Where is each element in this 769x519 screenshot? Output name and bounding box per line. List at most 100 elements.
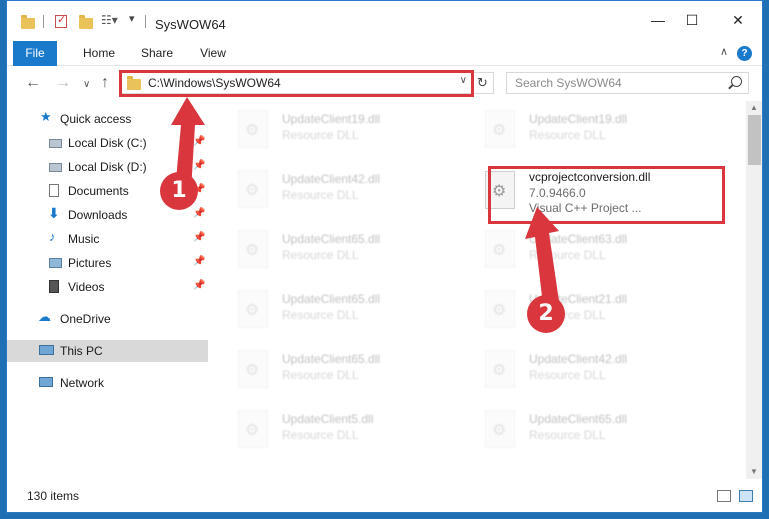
file-item[interactable]: UpdateClient19.dll Resource DLL bbox=[208, 104, 438, 154]
sidebar-item-onedrive[interactable]: ☁ OneDrive bbox=[7, 308, 208, 330]
separator bbox=[145, 15, 146, 28]
scroll-down-icon[interactable]: ▼ bbox=[750, 467, 758, 476]
help-icon[interactable]: ? bbox=[737, 46, 752, 61]
minimize-button[interactable]: — bbox=[643, 9, 673, 33]
file-name: UpdateClient5.dll bbox=[282, 412, 374, 426]
documents-icon bbox=[49, 184, 59, 197]
file-type: Resource DLL bbox=[529, 428, 606, 442]
tab-share[interactable]: Share bbox=[135, 41, 179, 66]
refresh-button[interactable]: ↻ bbox=[471, 73, 493, 93]
sidebar-item-music[interactable]: ♪ Music 📌 bbox=[7, 228, 208, 250]
file-type: Resource DLL bbox=[529, 128, 606, 142]
status-bar: 130 items bbox=[7, 481, 762, 512]
download-icon: ⬇ bbox=[48, 205, 60, 221]
back-button[interactable]: ← bbox=[25, 73, 41, 93]
sidebar-item-label: Local Disk (D:) bbox=[68, 160, 147, 174]
music-icon: ♪ bbox=[49, 229, 56, 244]
sidebar-item-pictures[interactable]: Pictures 📌 bbox=[7, 252, 208, 274]
file-name: UpdateClient19.dll bbox=[282, 112, 381, 126]
file-type: Resource DLL bbox=[282, 428, 359, 442]
file-item[interactable]: UpdateClient65.dll Resource DLL bbox=[208, 224, 438, 274]
file-type: Resource DLL bbox=[529, 368, 606, 382]
file-item[interactable]: UpdateClient65.dll Resource DLL bbox=[208, 284, 438, 334]
forward-button[interactable]: → bbox=[55, 73, 71, 93]
sidebar-item-this-pc[interactable]: This PC bbox=[7, 340, 208, 362]
file-name: UpdateClient65.dll bbox=[282, 352, 381, 366]
search-box[interactable]: Search SysWOW64 bbox=[506, 72, 749, 94]
dll-file-icon bbox=[238, 350, 268, 388]
file-name: UpdateClient42.dll bbox=[282, 172, 381, 186]
file-type: Resource DLL bbox=[282, 248, 359, 262]
details-view-icon[interactable] bbox=[717, 490, 731, 502]
search-icon[interactable] bbox=[731, 76, 742, 87]
explorer-window: ☷▾ ▾ SysWOW64 — ☐ ✕ File Home Share View… bbox=[6, 0, 763, 513]
large-icons-view-icon[interactable] bbox=[739, 490, 753, 502]
pin-icon[interactable]: 📌 bbox=[193, 232, 205, 243]
dll-file-icon bbox=[238, 230, 268, 268]
up-button[interactable]: ↑ bbox=[101, 73, 109, 93]
dll-file-icon bbox=[238, 410, 268, 448]
vertical-scrollbar[interactable]: ▲ ▼ bbox=[746, 101, 762, 479]
pictures-icon bbox=[49, 258, 62, 268]
star-icon: ★ bbox=[40, 109, 52, 124]
drive-icon bbox=[49, 163, 62, 172]
dll-file-icon bbox=[238, 170, 268, 208]
dll-file-icon bbox=[238, 110, 268, 148]
address-row: ← → ∨ ↑ C:\Windows\SysWOW64 ∨ ↻ Search S… bbox=[7, 67, 762, 101]
file-item[interactable]: UpdateClient42.dll Resource DLL bbox=[455, 344, 685, 394]
item-count: 130 items bbox=[27, 489, 80, 503]
search-input[interactable]: Search SysWOW64 bbox=[515, 76, 622, 90]
dll-file-icon bbox=[485, 230, 515, 268]
file-type: Resource DLL bbox=[282, 128, 359, 142]
file-item[interactable]: UpdateClient19.dll Resource DLL bbox=[455, 104, 685, 154]
file-type: Resource DLL bbox=[282, 308, 359, 322]
quick-access-dropdown-icon[interactable]: ▾ bbox=[129, 12, 135, 25]
tab-home[interactable]: Home bbox=[77, 41, 121, 66]
title-bar: ☷▾ ▾ SysWOW64 — ☐ ✕ bbox=[7, 1, 762, 41]
drive-icon bbox=[49, 139, 62, 148]
file-name: UpdateClient65.dll bbox=[529, 412, 628, 426]
sidebar-item-label: Network bbox=[60, 376, 105, 390]
window-title: SysWOW64 bbox=[155, 17, 226, 32]
sidebar-item-label: Pictures bbox=[68, 256, 112, 270]
dll-file-icon bbox=[485, 410, 515, 448]
file-type: Resource DLL bbox=[282, 188, 359, 202]
file-item[interactable]: UpdateClient42.dll Resource DLL bbox=[208, 164, 438, 214]
file-item[interactable]: UpdateClient5.dll Resource DLL bbox=[208, 404, 438, 454]
sidebar-item-network[interactable]: Network bbox=[7, 372, 208, 394]
file-item[interactable]: UpdateClient65.dll Resource DLL bbox=[455, 404, 685, 454]
sidebar-item-label: Quick access bbox=[60, 112, 132, 126]
network-icon bbox=[39, 377, 53, 387]
computer-icon bbox=[39, 345, 54, 355]
scroll-thumb[interactable] bbox=[748, 115, 761, 165]
file-name: UpdateClient42.dll bbox=[529, 352, 628, 366]
scroll-up-icon[interactable]: ▲ bbox=[750, 103, 758, 112]
step-1-badge: 1 bbox=[160, 172, 198, 210]
dll-file-icon bbox=[238, 290, 268, 328]
ribbon-tabs: File Home Share View ∧ ? bbox=[7, 41, 762, 66]
close-button[interactable]: ✕ bbox=[723, 9, 753, 33]
pin-icon[interactable]: 📌 bbox=[193, 256, 205, 267]
sidebar-item-label: Music bbox=[68, 232, 100, 246]
sidebar-item-label: Documents bbox=[68, 184, 129, 198]
sidebar-item-videos[interactable]: Videos 📌 bbox=[7, 276, 208, 298]
dll-file-icon bbox=[485, 290, 515, 328]
sidebar-item-label: This PC bbox=[60, 344, 103, 358]
collapse-ribbon-icon[interactable]: ∧ bbox=[720, 45, 728, 58]
file-item[interactable]: UpdateClient65.dll Resource DLL bbox=[208, 344, 438, 394]
tab-view[interactable]: View bbox=[191, 41, 235, 66]
file-name: UpdateClient19.dll bbox=[529, 112, 628, 126]
dll-file-icon bbox=[485, 110, 515, 148]
maximize-button[interactable]: ☐ bbox=[677, 9, 707, 33]
recent-locations-button[interactable]: ∨ bbox=[83, 75, 90, 95]
dll-file-icon bbox=[485, 350, 515, 388]
sidebar-item-label: Local Disk (C:) bbox=[68, 136, 147, 150]
tab-file[interactable]: File bbox=[13, 41, 57, 66]
pin-icon[interactable]: 📌 bbox=[193, 208, 205, 219]
separator bbox=[43, 15, 44, 28]
file-name: UpdateClient65.dll bbox=[282, 232, 381, 246]
pin-icon[interactable]: 📌 bbox=[193, 280, 205, 291]
sidebar-item-label: Downloads bbox=[68, 208, 128, 222]
sidebar-item-label: Videos bbox=[68, 280, 105, 294]
customize-toolbar-icon[interactable]: ☷▾ bbox=[101, 13, 118, 27]
